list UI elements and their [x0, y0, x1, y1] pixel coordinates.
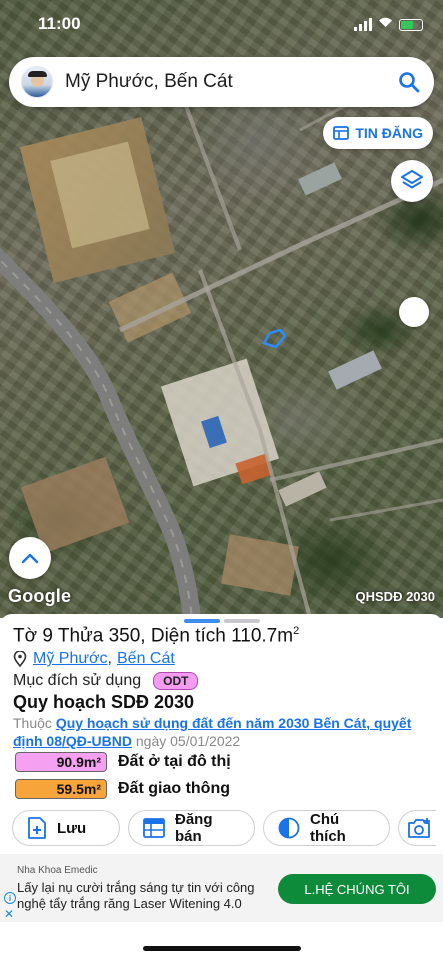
area-label: Đất giao thông	[118, 780, 230, 797]
add-photo-button[interactable]	[398, 810, 436, 846]
legend-label: Chú thích	[310, 811, 346, 845]
ad-close-icon[interactable]: ✕	[4, 907, 14, 921]
status-time: 11:00	[38, 14, 81, 33]
save-label: Lưu	[57, 819, 87, 837]
google-logo: Google	[8, 586, 72, 606]
map-layer-label: QHSDĐ 2030	[355, 589, 435, 604]
land-purpose-badge: ODT	[153, 672, 199, 690]
area-row-residential: 90.9m² Đất ở tại đô thị	[15, 752, 231, 772]
district-link[interactable]: Bến Cát	[117, 650, 175, 668]
area-value-badge: 59.5m²	[15, 779, 107, 799]
table-icon	[143, 818, 165, 838]
layers-button[interactable]	[391, 160, 433, 202]
legend-button[interactable]: Chú thích	[263, 810, 390, 846]
parcel-location: Mỹ Phước , Bến Cát	[13, 650, 175, 668]
land-purpose-label: Mục đích sử dụng	[13, 672, 142, 689]
expand-up-button[interactable]	[9, 537, 51, 579]
search-bar[interactable]: Mỹ Phước, Bến Cát	[9, 57, 434, 107]
status-icons	[354, 16, 423, 31]
battery-icon	[399, 19, 423, 31]
ward-link[interactable]: Mỹ Phước	[33, 650, 108, 668]
wifi-icon	[378, 16, 393, 31]
action-bar: Lưu Đăng bán Chú thích	[12, 810, 436, 846]
save-document-icon	[28, 817, 46, 839]
area-row-traffic: 59.5m² Đất giao thông	[15, 779, 230, 799]
parcel-title: Tờ 9 Thửa 350, Diện tích 110.7m2	[13, 625, 300, 647]
parcel-info-sheet: Tờ 9 Thửa 350, Diện tích 110.7m2 Mỹ Phướ…	[0, 614, 443, 854]
save-button[interactable]: Lưu	[12, 810, 120, 846]
post-listing-button[interactable]: TIN ĐĂNG	[323, 117, 433, 149]
post-listing-label: TIN ĐĂNG	[355, 125, 423, 141]
plan-title: Quy hoạch SDĐ 2030	[13, 692, 195, 712]
location-separator: ,	[107, 650, 112, 667]
ad-brand: Nha Khoa Emedic	[17, 865, 98, 876]
ad-text[interactable]: Lấy lại nụ cười trắng sáng tự tin với cô…	[17, 880, 287, 912]
add-photo-icon	[408, 818, 430, 838]
sell-listing-button[interactable]: Đăng bán	[128, 810, 255, 846]
layers-icon	[401, 170, 423, 189]
ad-banner[interactable]: Nha Khoa Emedic Lấy lại nụ cười trắng sá…	[0, 854, 443, 922]
search-location-text[interactable]: Mỹ Phước, Bến Cát	[65, 71, 398, 93]
area-value-badge: 90.9m²	[15, 752, 107, 772]
land-purpose-row: Mục đích sử dụng ODT	[13, 672, 199, 690]
ad-info-icon[interactable]: i	[4, 892, 16, 904]
plan-description: Thuộc Quy hoạch sử dụng đất đến năm 2030…	[13, 715, 412, 749]
contrast-icon	[278, 817, 300, 839]
chevron-up-icon	[21, 553, 39, 564]
sell-listing-label: Đăng bán	[175, 811, 213, 845]
satellite-map[interactable]: 11:00 Mỹ Phước, Bến Cát TIN ĐĂNG Google …	[0, 0, 443, 618]
location-pin-icon	[13, 651, 27, 667]
home-indicator[interactable]	[143, 946, 301, 951]
avatar[interactable]	[21, 66, 53, 98]
area-label: Đất ở tại đô thị	[118, 753, 231, 770]
search-icon[interactable]	[398, 71, 420, 93]
listing-icon	[333, 126, 350, 140]
ad-contact-button[interactable]: L.HỆ CHÚNG TÔI	[278, 874, 436, 904]
parcel-outline[interactable]	[262, 328, 287, 349]
signal-icon	[354, 18, 372, 31]
sheet-handle[interactable]	[184, 619, 260, 623]
current-location-marker[interactable]	[399, 297, 429, 327]
